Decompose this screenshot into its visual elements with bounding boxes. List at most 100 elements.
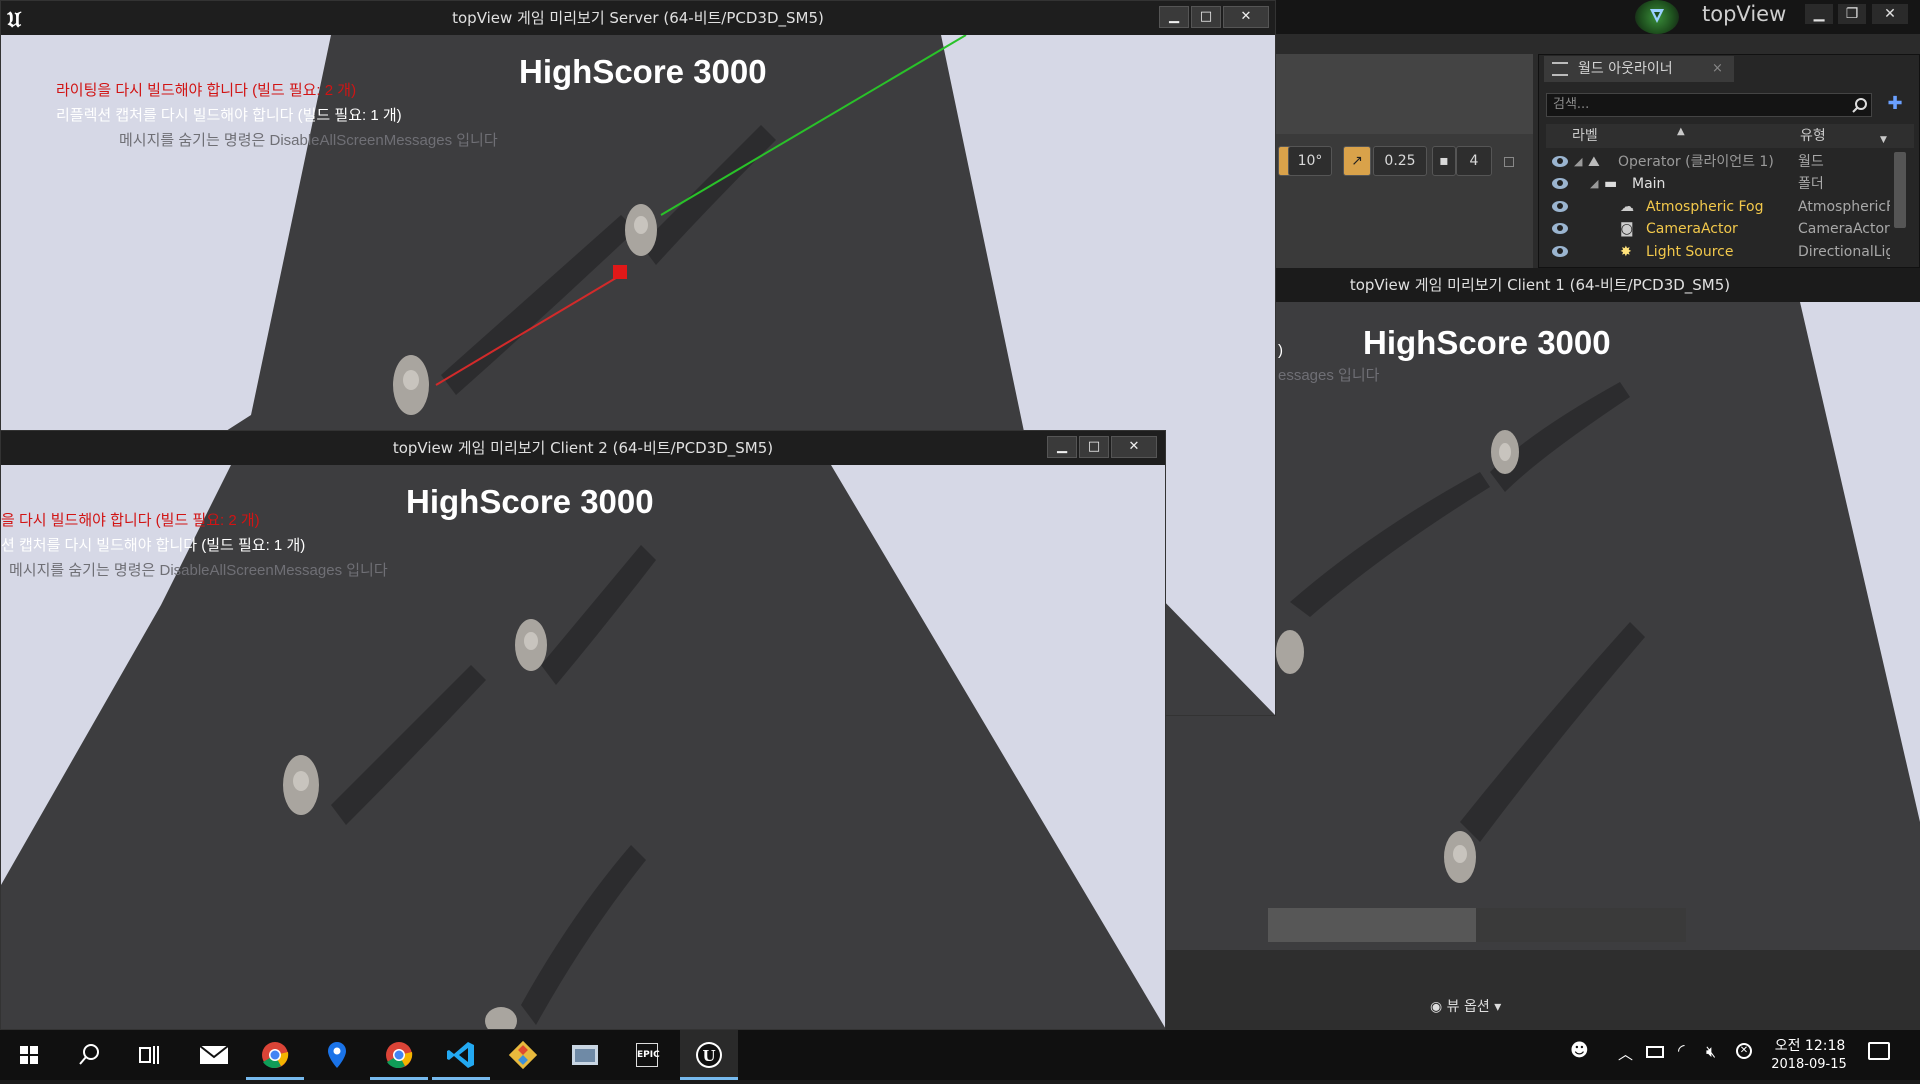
explorer-icon bbox=[572, 1045, 598, 1065]
battery-icon[interactable] bbox=[1646, 1046, 1664, 1058]
maximize-icon: □ bbox=[1199, 9, 1213, 24]
outliner-row-type: DirectionalLig bbox=[1798, 244, 1890, 260]
scale-snap-value[interactable]: 0.25 bbox=[1373, 146, 1427, 176]
column-type-header[interactable]: 유형 bbox=[1800, 124, 1826, 148]
visibility-eye-icon[interactable] bbox=[1552, 178, 1568, 189]
play-level-icon bbox=[1650, 9, 1664, 23]
network-icon[interactable]: ◜ bbox=[1678, 1041, 1685, 1061]
outliner-row[interactable]: ◙ CameraActor CameraActor bbox=[1546, 218, 1891, 240]
client2-title: topView 게임 미리보기 Client 2 (64-비트/PCD3D_SM… bbox=[392, 439, 774, 457]
start-button[interactable] bbox=[0, 1030, 58, 1080]
volume-muted-icon[interactable]: 🔇︎ bbox=[1706, 1042, 1716, 1062]
visibility-eye-icon[interactable] bbox=[1552, 156, 1568, 167]
outliner-row-label: Operator (클라이언트 1) bbox=[1618, 154, 1774, 170]
client1-message-white: ) bbox=[1278, 342, 1283, 359]
server-minimize-button[interactable]: ▁ bbox=[1159, 6, 1189, 28]
outliner-row-label: CameraActor bbox=[1646, 221, 1738, 237]
camera-speed-value[interactable]: 4 bbox=[1456, 146, 1492, 176]
client2-window: topView 게임 미리보기 Client 2 (64-비트/PCD3D_SM… bbox=[0, 430, 1166, 1030]
vscode-app[interactable] bbox=[432, 1030, 490, 1080]
client1-highscore: HighScore 3000 bbox=[1363, 324, 1611, 361]
scale-snap-icon[interactable]: ↗ bbox=[1343, 146, 1371, 176]
world-outliner-tab[interactable]: 월드 아웃라이너 bbox=[1544, 56, 1734, 82]
mail-icon bbox=[199, 1045, 229, 1064]
server-close-button[interactable]: ✕ bbox=[1223, 6, 1269, 28]
camera-speed-icon[interactable]: ▪ bbox=[1432, 146, 1456, 176]
server-message-red: 라이팅을 다시 빌드해야 합니다 (빌드 필요: 2 개) bbox=[56, 82, 357, 99]
rotation-snap-value[interactable]: 10° bbox=[1288, 146, 1332, 176]
outliner-row[interactable]: ☁ Atmospheric Fog AtmosphericF bbox=[1546, 196, 1891, 218]
action-center-icon[interactable] bbox=[1868, 1042, 1890, 1060]
debug-point bbox=[613, 265, 627, 279]
visibility-eye-icon[interactable] bbox=[1552, 201, 1568, 212]
vscode-icon bbox=[447, 1042, 474, 1068]
chrome-icon bbox=[262, 1042, 289, 1069]
server-title-bar: topView 게임 미리보기 Server (64-비트/PCD3D_SM5) bbox=[1, 1, 1275, 35]
outliner-row-type: AtmosphericF bbox=[1798, 199, 1890, 215]
outliner-row-label: Atmospheric Fog bbox=[1646, 199, 1764, 215]
tab-close-icon[interactable]: × bbox=[1712, 56, 1723, 82]
search-icon[interactable] bbox=[1852, 97, 1868, 113]
git-icon bbox=[508, 1040, 538, 1070]
client2-close-button[interactable]: ✕ bbox=[1111, 436, 1157, 458]
server-message-white: 리플렉션 캡처를 다시 빌드해야 합니다 (빌드 필요: 1 개) bbox=[56, 107, 402, 124]
clock-date[interactable]: 2018-09-15 bbox=[1764, 1057, 1854, 1072]
epic-games-icon: EPIC bbox=[636, 1043, 660, 1067]
minimize-icon: ▁ bbox=[1813, 6, 1825, 22]
view-options-label: 뷰 옵션 bbox=[1446, 999, 1490, 1015]
client2-viewport[interactable]: HighScore 3000 을 다시 빌드해야 합니다 (빌드 필요: 2 개… bbox=[1, 465, 1165, 1029]
column-label-header[interactable]: 라벨 bbox=[1572, 124, 1598, 148]
outliner-column-header: 라벨 ▲ 유형 ▼ bbox=[1546, 124, 1914, 148]
chrome-app-2[interactable] bbox=[370, 1030, 428, 1080]
level-viewport bbox=[1275, 54, 1533, 134]
maps-app[interactable] bbox=[308, 1030, 366, 1080]
mail-app[interactable] bbox=[184, 1030, 242, 1080]
chrome-app-1[interactable] bbox=[246, 1030, 304, 1080]
error-icon[interactable]: ✕ bbox=[1736, 1043, 1752, 1059]
server-message-gray: 메시지를 숨기는 명령은 DisableAllScreenMessages 입니… bbox=[119, 132, 498, 149]
server-maximize-button[interactable]: □ bbox=[1191, 6, 1221, 28]
visibility-eye-icon[interactable] bbox=[1552, 223, 1568, 234]
unreal-engine-icon: U bbox=[696, 1042, 722, 1068]
editor-restore-button[interactable]: ❐ bbox=[1838, 4, 1866, 24]
task-view-button[interactable] bbox=[120, 1030, 178, 1080]
client2-message-red: 을 다시 빌드해야 합니다 (빌드 필요: 2 개) bbox=[1, 512, 260, 529]
atmospheric-fog-icon: ☁ bbox=[1620, 199, 1634, 215]
client2-highscore: HighScore 3000 bbox=[406, 483, 654, 520]
unreal-engine-app[interactable]: U bbox=[680, 1030, 738, 1080]
eye-icon: ◉ bbox=[1430, 999, 1447, 1015]
view-options-button[interactable]: ◉ 뷰 옵션 ▾ bbox=[1430, 996, 1501, 1016]
taskbar-search-button[interactable] bbox=[60, 1030, 118, 1080]
outliner-row[interactable]: ◢ ▬ Main 폴더 bbox=[1546, 173, 1891, 195]
outliner-search-input[interactable]: 검색... bbox=[1546, 93, 1872, 117]
editor-minimize-button[interactable]: ▁ bbox=[1805, 4, 1833, 24]
directional-light-icon: ✸ bbox=[1620, 244, 1632, 260]
clock-time[interactable]: 오전 12:18 bbox=[1770, 1035, 1850, 1055]
play-button[interactable] bbox=[1635, 0, 1679, 34]
outliner-scrollbar[interactable] bbox=[1894, 152, 1906, 228]
maps-icon bbox=[328, 1042, 346, 1068]
close-icon: ✕ bbox=[1128, 439, 1140, 454]
maximize-icon: □ bbox=[1087, 439, 1101, 454]
chevron-down-icon[interactable]: ▼ bbox=[1880, 128, 1887, 152]
git-app[interactable] bbox=[494, 1030, 552, 1080]
restore-icon: ❐ bbox=[1845, 6, 1859, 22]
maximize-viewport-icon[interactable] bbox=[1504, 157, 1514, 167]
add-actor-button[interactable]: ✚ bbox=[1880, 93, 1910, 117]
show-hidden-icons-chevron[interactable]: ︿ bbox=[1618, 1043, 1633, 1064]
close-icon: ✕ bbox=[1884, 6, 1896, 22]
client2-minimize-button[interactable]: ▁ bbox=[1047, 436, 1077, 458]
visibility-eye-icon[interactable] bbox=[1552, 246, 1568, 257]
epic-games-launcher[interactable]: EPIC bbox=[618, 1030, 676, 1080]
editor-close-button[interactable]: ✕ bbox=[1872, 4, 1908, 24]
expand-arrow-icon[interactable]: ◢ bbox=[1590, 173, 1598, 195]
client2-maximize-button[interactable]: □ bbox=[1079, 436, 1109, 458]
client1-message-gray: essages 입니다 bbox=[1278, 367, 1380, 384]
outliner-row[interactable]: ◢ ⛰ Operator (클라이언트 1) 월드 bbox=[1546, 151, 1891, 173]
client2-title-bar: topView 게임 미리보기 Client 2 (64-비트/PCD3D_SM… bbox=[1, 431, 1165, 465]
outliner-row[interactable]: ✸ Light Source DirectionalLig bbox=[1546, 241, 1891, 263]
file-explorer-app[interactable] bbox=[556, 1030, 614, 1080]
expand-arrow-icon[interactable]: ◢ bbox=[1574, 151, 1582, 173]
unreal-logo-icon: 𝔘 bbox=[7, 7, 22, 33]
people-icon[interactable]: ☻ bbox=[1570, 1040, 1589, 1061]
